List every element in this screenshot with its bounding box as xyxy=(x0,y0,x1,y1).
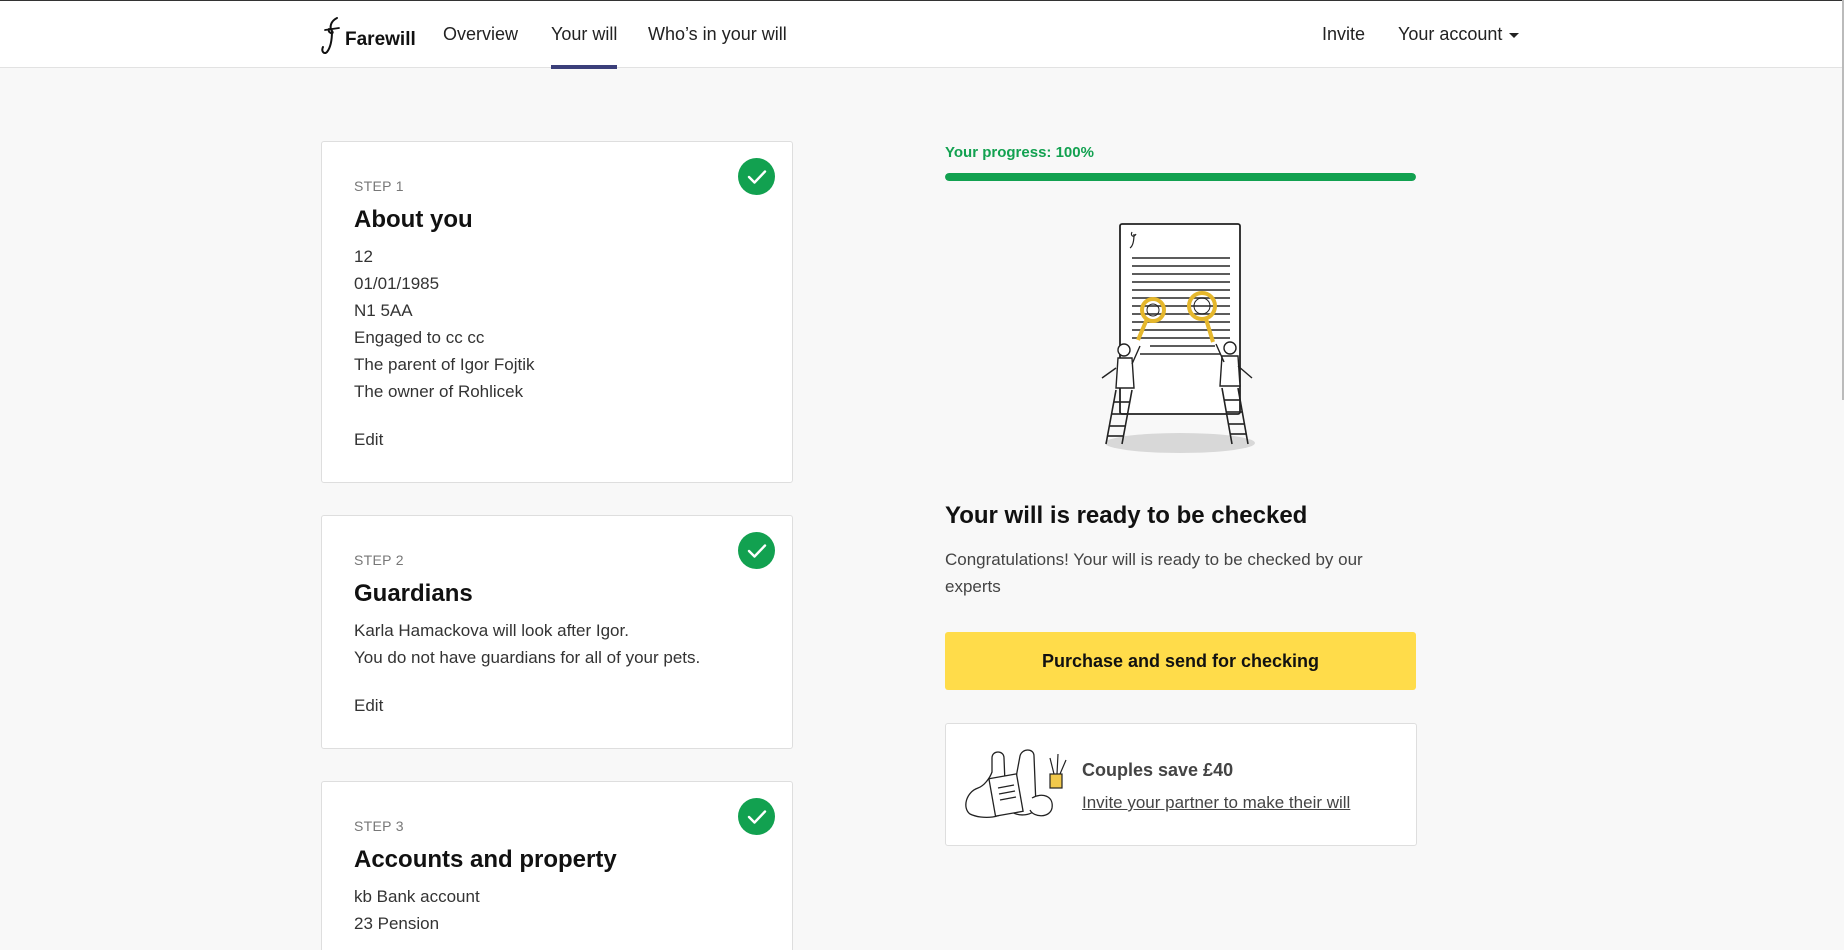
brand-name: Farewill xyxy=(345,29,416,50)
couples-offer-card: Couples save £40 Invite your partner to … xyxy=(945,723,1417,846)
detail-line: Karla Hamackova will look after Igor. xyxy=(354,621,629,640)
couples-illustration xyxy=(965,749,1067,819)
step-card-accounts-and-property: STEP 3 Accounts and property kb Bank acc… xyxy=(321,781,793,950)
step-card-guardians: STEP 2 Guardians Karla Hamackova will lo… xyxy=(321,515,793,749)
step-title: About you xyxy=(354,206,473,233)
detail-line: 23 Pension xyxy=(354,914,440,933)
progress-label: Your progress: 100% xyxy=(945,144,1094,161)
nav-invite[interactable]: Invite xyxy=(1322,1,1365,68)
nav-overview[interactable]: Overview xyxy=(443,1,518,68)
progress-bar xyxy=(945,173,1416,181)
couples-offer-title: Couples save £40 xyxy=(1082,760,1234,780)
nav-your-will[interactable]: Your will xyxy=(551,1,618,69)
step-label: STEP 3 xyxy=(354,818,404,834)
check-icon xyxy=(738,798,775,835)
detail-line: 12 xyxy=(354,247,373,266)
detail-line: Engaged to cc cc xyxy=(354,328,485,347)
detail-line: N1 5AA xyxy=(354,301,413,320)
detail-line: kb Bank account xyxy=(354,887,480,906)
farewill-logo[interactable]: Farewill xyxy=(319,15,416,55)
step-label: STEP 2 xyxy=(354,552,404,568)
step-card-about-you: STEP 1 About you 12 01/01/1985 N1 5AA En… xyxy=(321,141,793,483)
progress-bar-fill xyxy=(945,173,1416,181)
chevron-down-icon xyxy=(1509,33,1520,38)
ready-title: Your will is ready to be checked xyxy=(945,502,1308,529)
step-title: Accounts and property xyxy=(354,846,617,873)
will-document-illustration xyxy=(1101,223,1255,453)
purchase-and-send-button[interactable]: Purchase and send for checking xyxy=(945,632,1416,690)
edit-link[interactable]: Edit xyxy=(354,430,383,450)
detail-line: 01/01/1985 xyxy=(354,274,440,293)
check-icon xyxy=(738,158,775,195)
step-title: Guardians xyxy=(354,580,473,607)
farewill-logo-icon xyxy=(321,17,340,55)
ready-description: Congratulations! Your will is ready to b… xyxy=(945,550,1363,596)
top-navigation: Farewill Overview Your will Who’s in you… xyxy=(0,1,1844,69)
nav-your-account[interactable]: Your account xyxy=(1398,1,1520,68)
detail-line: The owner of Rohlicek xyxy=(354,382,524,401)
detail-line: The parent of Igor Fojtik xyxy=(354,355,535,374)
detail-line: You do not have guardians for all of you… xyxy=(354,648,701,667)
invite-partner-link[interactable]: Invite your partner to make their will xyxy=(1082,793,1350,813)
step-label: STEP 1 xyxy=(354,178,404,194)
edit-link[interactable]: Edit xyxy=(354,696,383,716)
nav-whos-in-your-will[interactable]: Who’s in your will xyxy=(648,1,787,68)
account-label: Your account xyxy=(1398,24,1503,44)
check-icon xyxy=(738,532,775,569)
